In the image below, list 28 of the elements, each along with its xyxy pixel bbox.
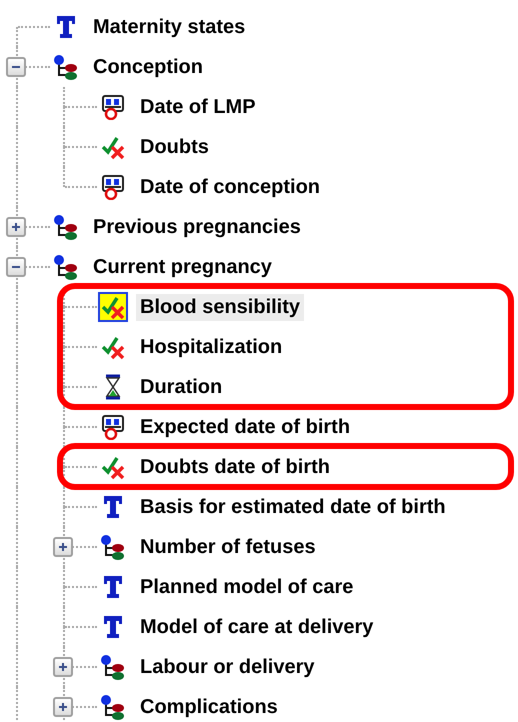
tree-item[interactable]: Model of care at delivery xyxy=(136,614,378,640)
collapse-button[interactable] xyxy=(6,57,26,77)
tree-item[interactable]: Doubts date of birth xyxy=(136,454,334,480)
tree-item[interactable]: Expected date of birth xyxy=(136,414,354,440)
plus-icon xyxy=(58,702,68,712)
tree-item[interactable]: Basis for estimated date of birth xyxy=(136,494,450,520)
tree-item[interactable]: Complications xyxy=(136,694,282,720)
tree-item[interactable]: Date of LMP xyxy=(136,94,260,120)
tree-item[interactable]: Date of conception xyxy=(136,174,324,200)
tree-item[interactable]: Doubts xyxy=(136,134,213,160)
tree-item[interactable]: Previous pregnancies xyxy=(89,214,305,240)
plus-icon xyxy=(58,662,68,672)
tree-item[interactable]: Labour or delivery xyxy=(136,654,318,680)
collapse-button[interactable] xyxy=(6,257,26,277)
expand-button[interactable] xyxy=(53,657,73,677)
expand-button[interactable] xyxy=(53,697,73,717)
plus-icon xyxy=(11,222,21,232)
tree-item[interactable]: Duration xyxy=(136,374,226,400)
plus-icon xyxy=(58,542,68,552)
tree-item[interactable]: Planned model of care xyxy=(136,574,358,600)
tree-item[interactable]: Hospitalization xyxy=(136,334,286,360)
tree-item[interactable]: Number of fetuses xyxy=(136,534,320,560)
tree-item[interactable]: Blood sensibility xyxy=(136,294,304,320)
expand-button[interactable] xyxy=(6,217,26,237)
tree-item[interactable]: Maternity states xyxy=(89,14,250,40)
tree-item[interactable]: Current pregnancy xyxy=(89,254,276,280)
tree-item[interactable]: Conception xyxy=(89,54,207,80)
expand-button[interactable] xyxy=(53,537,73,557)
